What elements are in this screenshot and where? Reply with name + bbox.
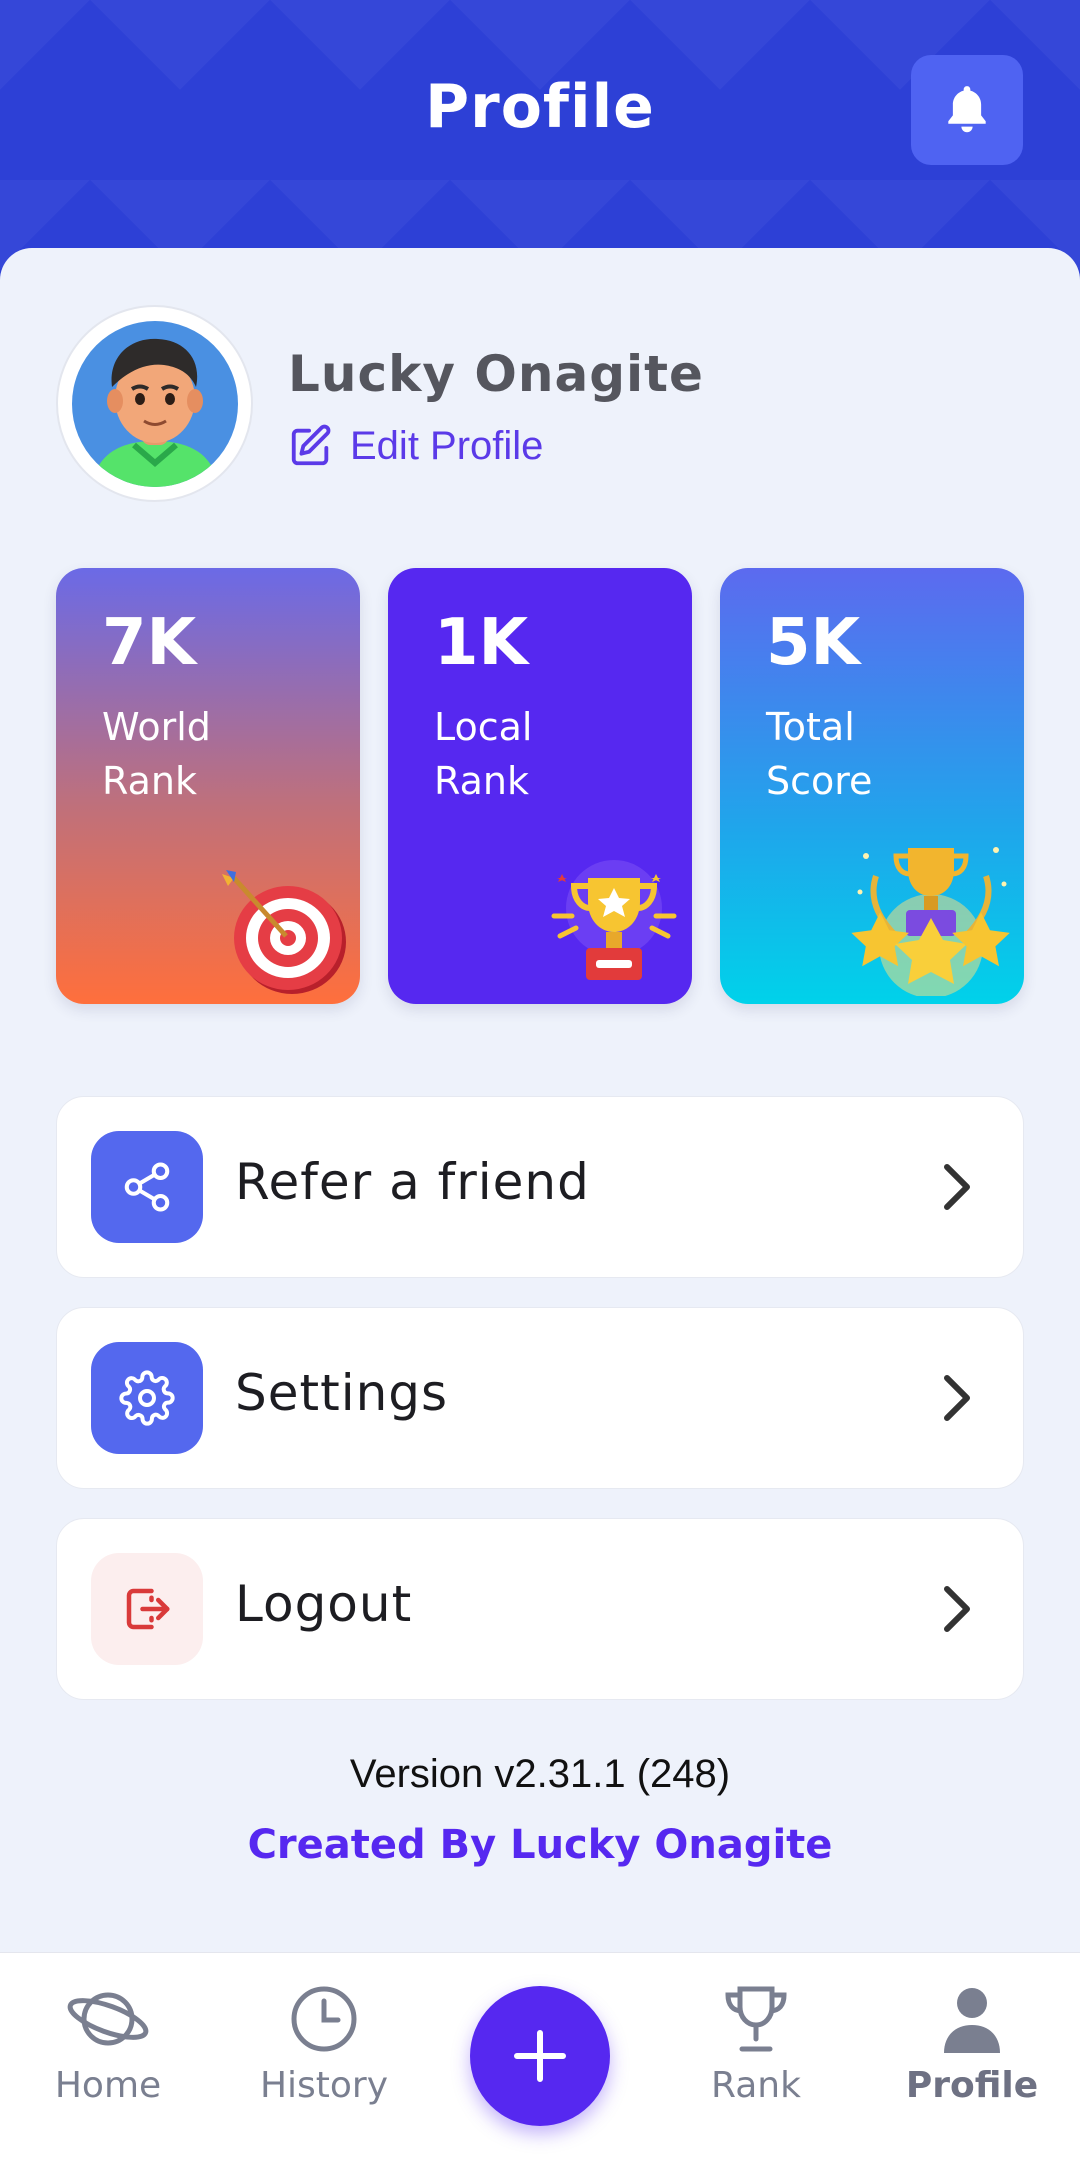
trophy-icon: [725, 1986, 787, 2052]
gear-icon: [91, 1342, 203, 1454]
logout-icon: [91, 1553, 203, 1665]
stat-card-world-rank[interactable]: 7K World Rank: [56, 568, 360, 1004]
menu-item-refer[interactable]: Refer a friend: [56, 1096, 1024, 1278]
user-name: Lucky Onagite: [288, 345, 704, 403]
nav-label: History: [259, 2065, 389, 2106]
notifications-button[interactable]: [911, 55, 1023, 165]
stat-label: World Rank: [102, 705, 211, 803]
bell-icon: [948, 86, 986, 133]
menu-item-logout[interactable]: Logout: [56, 1518, 1024, 1700]
chevron-right-icon: [944, 1586, 970, 1632]
version-text: Version v2.31.1 (248): [349, 1752, 731, 1796]
chevron-right-icon: [944, 1375, 970, 1421]
user-icon: [944, 1988, 1000, 2053]
nav-item-home[interactable]: Home: [8, 1983, 208, 2106]
trophy-stars-icon: [851, 847, 1010, 996]
avatar-image: [71, 320, 238, 487]
add-button[interactable]: [470, 1986, 610, 2126]
menu-item-settings[interactable]: Settings: [56, 1307, 1024, 1489]
planet-icon: [67, 1992, 149, 2046]
avatar[interactable]: [56, 305, 253, 502]
nav-label: Rank: [711, 2065, 801, 2106]
stat-value: 1K: [434, 606, 529, 680]
menu-label: Refer a friend: [235, 1153, 590, 1211]
nav-item-profile[interactable]: Profile: [872, 1983, 1072, 2106]
nav-item-history[interactable]: History: [224, 1983, 424, 2106]
stat-label: Total Score: [766, 705, 873, 803]
stat-card-local-rank[interactable]: 1K Local Rank: [388, 568, 692, 1004]
share-icon: [91, 1131, 203, 1243]
edit-icon: [291, 424, 331, 466]
chevron-right-icon: [944, 1164, 970, 1210]
nav-item-rank[interactable]: Rank: [656, 1983, 856, 2106]
stat-label: Local Rank: [434, 705, 533, 803]
nav-label: Profile: [905, 2065, 1039, 2106]
credit-text: Created By Lucky Onagite: [247, 1822, 833, 1868]
stat-value: 7K: [102, 606, 197, 680]
stat-value: 5K: [766, 606, 861, 680]
target-dart-icon: [222, 870, 346, 994]
menu-label: Settings: [235, 1364, 449, 1422]
nav-label: Home: [54, 2065, 162, 2106]
stat-card-total-score[interactable]: 5K Total Score: [720, 568, 1024, 1004]
clock-icon: [291, 1986, 357, 2052]
trophy-icon: [551, 860, 677, 980]
plus-icon: [514, 2030, 566, 2082]
edit-profile-label: Edit Profile: [350, 423, 544, 468]
menu-label: Logout: [235, 1575, 413, 1633]
edit-profile-link[interactable]: Edit Profile: [288, 420, 543, 472]
